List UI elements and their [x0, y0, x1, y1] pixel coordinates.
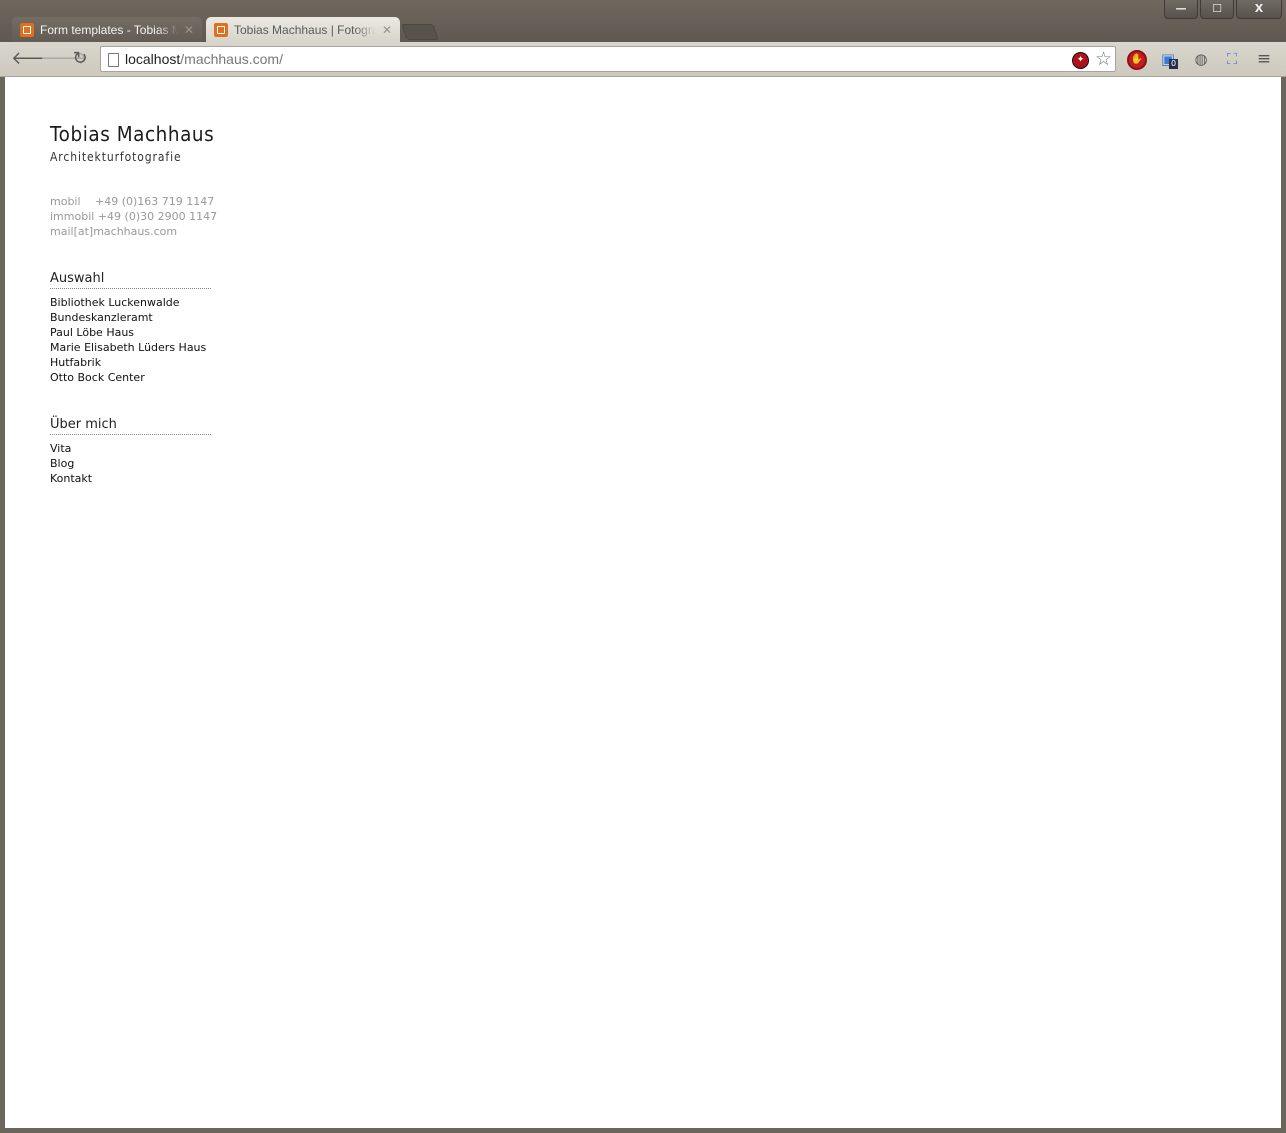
nav-link[interactable]: Vita — [50, 441, 211, 456]
site-sidebar: Tobias Machhaus Architekturfotografie mo… — [50, 122, 250, 486]
extension-counter-icon[interactable]: ▣ 0 — [1158, 49, 1179, 69]
nav-link[interactable]: Otto Bock Center — [50, 370, 211, 385]
section-heading: Über mich — [50, 416, 211, 435]
browser-toolbar: 🡐 🡒 ↻ localhost/machhaus.com/ ✦ ☆ ✋ ▣ 0 ◍… — [0, 42, 1286, 77]
nav-link[interactable]: Hutfabrik — [50, 355, 211, 370]
window-bottom-frame — [0, 1128, 1286, 1133]
adblock-icon[interactable]: ✋ — [1127, 50, 1147, 70]
section-heading: Auswahl — [50, 270, 211, 289]
contact-email: mail[at]machhaus.com — [50, 225, 178, 238]
menu-icon[interactable]: ≡ — [1254, 49, 1274, 69]
tab-close-icon[interactable]: ✕ — [382, 23, 392, 37]
forward-arrow-icon[interactable]: 🡒 — [40, 48, 88, 70]
url-text[interactable]: localhost/machhaus.com/ — [125, 51, 283, 67]
site-subtitle: Architekturfotografie — [50, 150, 182, 164]
extension-icon[interactable]: ✦ — [1072, 52, 1089, 69]
nav-link[interactable]: Blog — [50, 456, 211, 471]
contact-mobil: mobil +49 (0)163 719 1147 — [50, 195, 215, 208]
contact-immobil: immobil +49 (0)30 2900 1147 — [50, 210, 218, 223]
nav-link[interactable]: Kontakt — [50, 471, 211, 486]
reload-icon[interactable]: ↻ — [69, 48, 91, 70]
maximize-button[interactable]: ☐ — [1200, 0, 1234, 19]
nav-link[interactable]: Paul Löbe Haus — [50, 325, 211, 340]
minimize-button[interactable]: — — [1164, 0, 1198, 19]
tab-title: Form templates - Tobias Mac — [40, 22, 178, 37]
globe-icon[interactable]: ◍ — [1191, 49, 1211, 69]
new-tab-button[interactable] — [401, 24, 439, 40]
screenshot-icon[interactable]: ⛶ — [1222, 49, 1242, 69]
section-ueber-mich: Über mich Vita Blog Kontakt — [50, 416, 211, 486]
nav-link[interactable]: Marie Elisabeth Lüders Haus — [50, 340, 211, 355]
favicon-icon — [20, 22, 34, 37]
nav-link[interactable]: Bundeskanzleramt — [50, 310, 211, 325]
window-titlebar: — ☐ X Form templates - Tobias Mac ✕ Tobi… — [0, 0, 1286, 42]
favicon-icon — [214, 22, 228, 37]
section-auswahl: Auswahl Bibliothek Luckenwalde Bundeskan… — [50, 270, 211, 385]
bookmark-star-icon[interactable]: ☆ — [1095, 48, 1112, 70]
tab-machhaus[interactable]: Tobias Machhaus | Fotografie ✕ — [206, 17, 400, 42]
back-arrow-icon[interactable]: 🡐 — [11, 48, 59, 70]
address-bar[interactable]: localhost/machhaus.com/ ✦ ☆ — [100, 46, 1116, 72]
page-viewport: Tobias Machhaus Architekturfotografie mo… — [5, 77, 1281, 1128]
tab-form-templates[interactable]: Form templates - Tobias Mac ✕ — [12, 17, 202, 42]
page-icon — [108, 53, 119, 67]
site-title[interactable]: Tobias Machhaus — [50, 122, 234, 146]
tab-title: Tobias Machhaus | Fotografie — [234, 22, 376, 37]
nav-link[interactable]: Bibliothek Luckenwalde — [50, 295, 211, 310]
window-controls: — ☐ X — [1162, 0, 1282, 19]
close-window-button[interactable]: X — [1236, 0, 1282, 19]
tab-close-icon[interactable]: ✕ — [184, 23, 194, 37]
contact-block: mobil +49 (0)163 719 1147 immobil +49 (0)… — [50, 194, 250, 239]
extension-badge: 0 — [1169, 59, 1179, 69]
